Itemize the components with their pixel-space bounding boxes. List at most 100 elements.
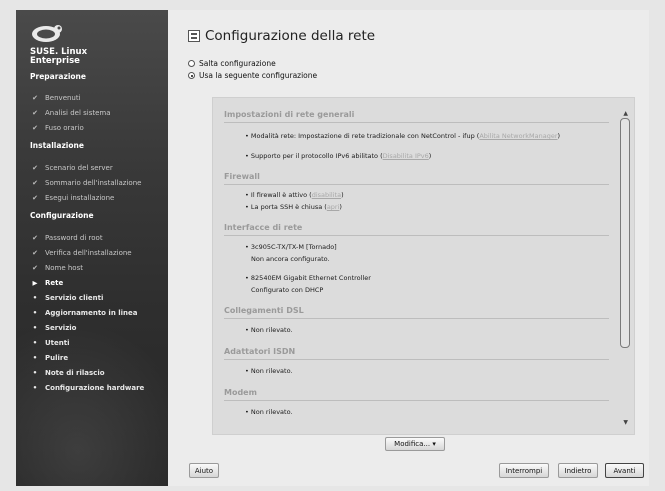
check-icon: ✔ — [32, 179, 38, 187]
heading-isdn: Adattatori ISDN — [224, 347, 296, 356]
step-sommario-installazione: ✔ Sommario dell'installazione — [30, 179, 141, 187]
step-note-rilascio: • Note di rilascio — [30, 369, 105, 377]
step-label: Servizio clienti — [45, 294, 104, 302]
step-pulire: • Pulire — [30, 354, 68, 362]
option-label: Usa la seguente configurazione — [199, 71, 318, 80]
link-disable-ipv6[interactable]: Disabilita IPv6 — [383, 152, 429, 160]
heading-general-settings: Impostazioni di rete generali — [224, 110, 355, 119]
help-button[interactable]: Aiuto — [189, 463, 219, 478]
check-icon: ✔ — [32, 249, 38, 257]
main-content: Configurazione della rete Salta configur… — [168, 10, 649, 486]
step-label: Utenti — [45, 339, 70, 347]
step-label: Verifica dell'installazione — [45, 249, 132, 257]
option-salta-configurazione[interactable]: Salta configurazione — [188, 59, 276, 68]
link-open-ssh-port[interactable]: apri — [327, 203, 340, 211]
step-label: Analisi del sistema — [45, 109, 111, 117]
step-label: Esegui installazione — [45, 194, 115, 202]
line-text: Non rilevato. — [250, 408, 293, 416]
step-label: Scenario del server — [45, 164, 113, 172]
line-tail: ) — [428, 152, 432, 160]
step-label: Fuso orario — [45, 124, 84, 132]
heading-firewall: Firewall — [224, 172, 260, 181]
abort-button[interactable]: Interrompi — [499, 463, 549, 478]
network-config-icon — [188, 30, 200, 42]
dsl-status: • Non rilevato. — [245, 326, 293, 334]
divider — [224, 318, 609, 319]
step-servizio: • Servizio — [30, 324, 77, 332]
line-tail: ) — [339, 203, 342, 211]
check-icon: ✔ — [32, 164, 38, 172]
divider — [224, 184, 609, 185]
radio-button[interactable] — [188, 60, 195, 67]
next-button[interactable]: Avanti — [605, 463, 644, 478]
radio-button-selected[interactable] — [188, 72, 195, 79]
step-label: Password di root — [45, 234, 103, 242]
check-icon: ✔ — [32, 124, 38, 132]
heading-dsl: Collegamenti DSL — [224, 306, 304, 315]
line-text: Supporto per il protocollo IPv6 abilitat… — [250, 152, 383, 160]
modify-button[interactable]: Modifica... ▾ — [385, 437, 445, 451]
step-label: Note di rilascio — [45, 369, 105, 377]
check-icon: ✔ — [32, 109, 38, 117]
scroll-up-arrow-icon[interactable]: ▲ — [623, 110, 628, 117]
interface-1-name: • 3c905C-TX/TX-M [Tornado] — [245, 243, 337, 251]
suse-logo-icon — [32, 25, 62, 42]
bullet-icon: • — [32, 294, 38, 302]
link-disable-firewall[interactable]: disabilita — [312, 191, 341, 199]
step-label: Servizio — [45, 324, 77, 332]
step-label: Pulire — [45, 354, 69, 362]
line-tail: ) — [557, 132, 561, 140]
installer-sidebar: SUSE. Linux Enterprise Preparazione ✔ Ben… — [16, 10, 168, 486]
scroll-down-arrow-icon[interactable]: ▼ — [623, 419, 628, 426]
brand-name: SUSE. Linux Enterprise — [30, 48, 87, 66]
chevron-down-icon: ▾ — [432, 440, 436, 448]
bullet-icon: • — [32, 369, 38, 377]
check-icon: ✔ — [32, 234, 38, 242]
divider — [224, 400, 609, 401]
brand-line-2: Enterprise — [30, 56, 80, 66]
step-esegui-installazione: ✔ Esegui installazione — [30, 194, 114, 202]
step-analisi-sistema: ✔ Analisi del sistema — [30, 109, 111, 117]
installer-window: SUSE. Linux Enterprise Preparazione ✔ Ben… — [0, 0, 665, 491]
back-button[interactable]: Indietro — [558, 463, 598, 478]
modem-status: • Non rilevato. — [245, 408, 293, 416]
heading-interfaces: Interfacce di rete — [224, 223, 303, 232]
check-icon: ✔ — [32, 194, 38, 202]
page-title: Configurazione della rete — [205, 28, 376, 44]
step-label: Aggiornamento in linea — [45, 309, 138, 317]
step-label: Configurazione hardware — [45, 384, 145, 392]
step-rete-current: ▶ Rete — [30, 279, 64, 287]
step-label: Rete — [45, 279, 64, 287]
step-fuso-orario: ✔ Fuso orario — [30, 124, 84, 132]
line-text: Modalità rete: Impostazione di rete trad… — [250, 132, 480, 140]
link-enable-networkmanager[interactable]: Abilita NetworkManager — [479, 132, 557, 140]
option-label: Salta configurazione — [199, 59, 276, 68]
step-servizio-clienti: • Servizio clienti — [30, 294, 104, 302]
isdn-status: • Non rilevato. — [245, 367, 293, 375]
line-tail: ) — [341, 191, 344, 199]
step-benvenuti: ✔ Benvenuti — [30, 94, 81, 102]
divider — [224, 359, 609, 360]
interface-2-status: Configurato con DHCP — [251, 286, 324, 294]
section-installazione: Installazione — [30, 141, 84, 150]
line-text: 82540EM Gigabit Ethernet Controller — [250, 274, 371, 282]
line-text: La porta SSH è chiusa ( — [250, 203, 327, 211]
bullet-icon: • — [32, 339, 38, 347]
interface-1-status: Non ancora configurato. — [251, 255, 330, 263]
scrollbar-thumb[interactable] — [620, 118, 630, 348]
step-label: Benvenuti — [45, 94, 81, 102]
step-verifica-installazione: ✔ Verifica dell'installazione — [30, 249, 132, 257]
check-icon: ✔ — [32, 264, 38, 272]
modify-button-label: Modifica... — [394, 440, 431, 448]
line-text: Il firewall è attivo ( — [250, 191, 312, 199]
option-usa-configurazione[interactable]: Usa la seguente configurazione — [188, 71, 317, 80]
step-password-root: ✔ Password di root — [30, 234, 103, 242]
divider — [224, 235, 609, 236]
page-header: Configurazione della rete — [188, 28, 375, 44]
step-nome-host: ✔ Nome host — [30, 264, 83, 272]
line-text: Non rilevato. — [250, 326, 293, 334]
section-configurazione: Configurazione — [30, 211, 94, 220]
bullet-icon: • — [32, 384, 38, 392]
summary-line-firewall: • Il firewall è attivo (disabilita) — [245, 191, 344, 199]
check-icon: ✔ — [32, 94, 38, 102]
